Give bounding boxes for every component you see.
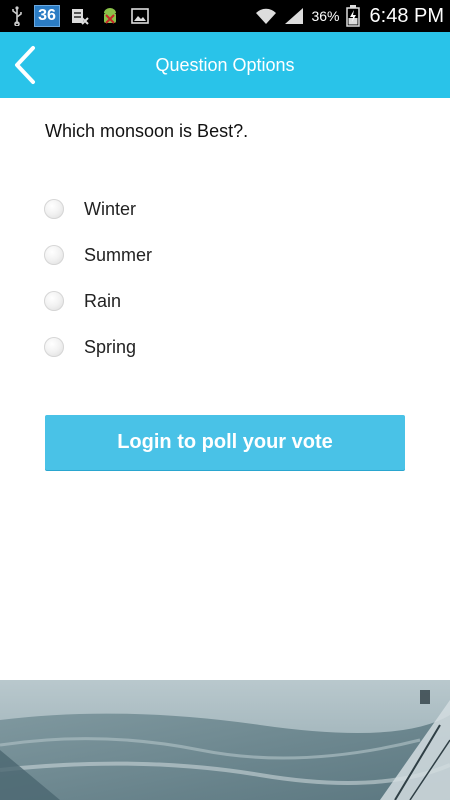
sailboat-photo bbox=[0, 680, 450, 800]
chevron-left-icon bbox=[15, 46, 35, 84]
question-text: Which monsoon is Best?. bbox=[45, 121, 249, 141]
status-bar-system: 36% 6:48 PM bbox=[255, 4, 444, 28]
option-label: Rain bbox=[84, 290, 122, 311]
option-winter[interactable]: Winter bbox=[44, 186, 152, 232]
option-rain[interactable]: Rain bbox=[44, 278, 152, 324]
battery-percent: 36% bbox=[311, 8, 340, 24]
android-debug-icon bbox=[104, 8, 116, 24]
option-label: Summer bbox=[84, 244, 153, 265]
signal-icon bbox=[285, 8, 304, 24]
status-bar-notifications: 36 bbox=[10, 4, 150, 28]
option-summer[interactable]: Summer bbox=[44, 232, 152, 278]
back-button[interactable] bbox=[0, 32, 48, 98]
background-photo bbox=[0, 680, 450, 800]
radio-button[interactable] bbox=[44, 245, 64, 265]
status-bar: 36 36% 6:48 PM bbox=[0, 0, 450, 32]
option-label: Spring bbox=[84, 336, 137, 357]
option-spring[interactable]: Spring bbox=[44, 324, 152, 370]
battery-charging-icon bbox=[345, 5, 360, 27]
wifi-icon bbox=[256, 8, 277, 24]
clock: 6:48 PM bbox=[369, 4, 444, 27]
option-list: Winter Summer Rain Spring bbox=[44, 186, 152, 370]
radio-button[interactable] bbox=[44, 337, 64, 357]
radio-button[interactable] bbox=[44, 199, 64, 219]
option-label: Winter bbox=[84, 198, 137, 219]
calendar-badge-icon: 36 bbox=[34, 5, 60, 27]
usb-icon bbox=[12, 6, 22, 26]
image-icon bbox=[131, 8, 149, 24]
app-header: Question Options bbox=[0, 32, 450, 98]
page-title: Question Options bbox=[155, 55, 295, 75]
login-to-vote-button[interactable]: Login to poll your vote bbox=[45, 415, 405, 470]
sim-error-icon bbox=[72, 9, 89, 25]
radio-button[interactable] bbox=[44, 291, 64, 311]
